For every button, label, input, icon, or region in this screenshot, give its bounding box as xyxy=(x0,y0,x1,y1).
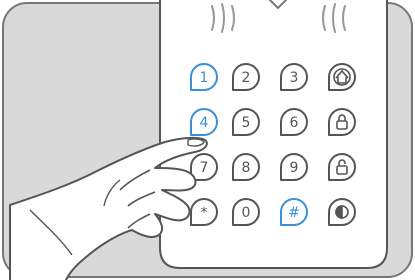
key-label: 9 xyxy=(290,160,299,176)
key-outline xyxy=(328,108,356,136)
key-label: 4 xyxy=(200,115,209,131)
key-6[interactable]: 6 xyxy=(280,108,308,136)
key-lock[interactable] xyxy=(328,108,356,136)
key-3[interactable]: 3 xyxy=(280,63,308,91)
key-label: 5 xyxy=(242,115,251,131)
key-2[interactable]: 2 xyxy=(232,63,260,91)
key-label: 6 xyxy=(290,115,299,131)
key-8[interactable]: 8 xyxy=(232,153,260,181)
key-home[interactable] xyxy=(328,63,356,91)
key-label: 3 xyxy=(290,70,299,86)
key-label: 8 xyxy=(242,160,251,176)
key-9[interactable]: 9 xyxy=(280,153,308,181)
illustration-scene: 1 2 3 4 5 6 7 8 9 * 0 # xyxy=(0,0,415,280)
key-0[interactable]: 0 xyxy=(232,198,260,226)
key-label: 2 xyxy=(242,70,251,86)
key-label: 1 xyxy=(200,70,209,86)
key-star[interactable]: * xyxy=(190,198,218,226)
key-outline xyxy=(328,63,356,91)
key-outline xyxy=(328,153,356,181)
key-half-filled-circle[interactable] xyxy=(328,198,356,226)
key-unlock[interactable] xyxy=(328,153,356,181)
key-label: # xyxy=(288,205,300,221)
key-4[interactable]: 4 xyxy=(190,108,218,136)
key-1[interactable]: 1 xyxy=(190,63,218,91)
key-label: 7 xyxy=(200,160,209,176)
key-label: * xyxy=(201,205,208,221)
key-hash[interactable]: # xyxy=(280,198,308,226)
key-5[interactable]: 5 xyxy=(232,108,260,136)
key-7[interactable]: 7 xyxy=(190,153,218,181)
key-label: 0 xyxy=(242,205,251,221)
keypad-illustration: 1 2 3 4 5 6 7 8 9 * 0 # xyxy=(2,0,413,280)
